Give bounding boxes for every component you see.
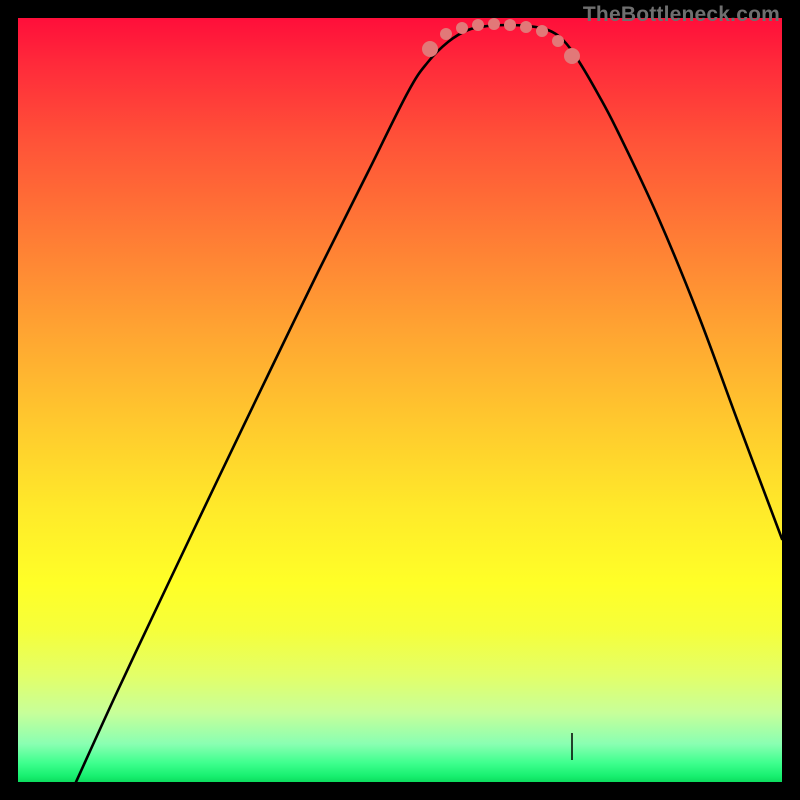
marker-dot xyxy=(472,19,484,31)
curve-path xyxy=(76,25,782,782)
plot-area xyxy=(18,18,782,782)
marker-dot xyxy=(552,35,564,47)
marker-dot xyxy=(422,41,438,57)
bottleneck-curve xyxy=(18,18,782,782)
marker-dot xyxy=(488,18,500,30)
marker-dot xyxy=(536,25,548,37)
marker-dot xyxy=(564,48,580,64)
marker-dot xyxy=(440,28,452,40)
watermark-text: TheBottleneck.com xyxy=(583,3,780,27)
highlight-markers xyxy=(422,18,580,64)
marker-dot xyxy=(456,22,468,34)
marker-dot xyxy=(504,19,516,31)
chart-frame: TheBottleneck.com xyxy=(0,0,800,800)
marker-dot xyxy=(520,21,532,33)
